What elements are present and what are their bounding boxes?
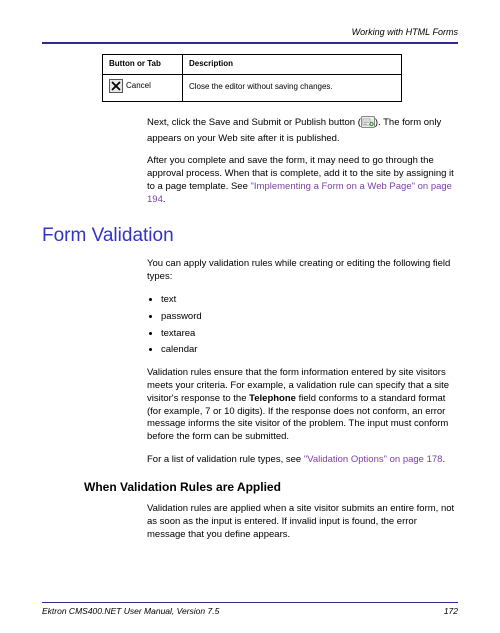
subheading-when-applied: When Validation Rules are Applied [84,479,458,495]
list-item: textarea [161,328,458,341]
paragraph-when-applied: Validation rules are applied when a site… [147,503,458,541]
cancel-cell: Cancel [103,74,183,101]
xref-validation-options[interactable]: "Validation Options" on page 178 [304,454,443,465]
footer-page-number: 172 [444,606,458,617]
field-types-list: text password textarea calendar [161,294,458,357]
paragraph-publish: Next, click the Save and Submit or Publi… [147,116,458,146]
button-description-table: Button or Tab Description Cancel Close t… [102,54,402,102]
table-header-description: Description [183,55,402,75]
section-heading-form-validation: Form Validation [42,223,458,249]
page-footer: Ektron CMS400.NET User Manual, Version 7… [42,602,458,617]
running-header: Working with HTML Forms [42,26,458,38]
table-header-button: Button or Tab [103,55,183,75]
paragraph-validation-desc: Validation rules ensure that the form in… [147,367,458,444]
cancel-description: Close the editor without saving changes. [183,74,402,101]
paragraph-validation-xref: For a list of validation rule types, see… [147,454,458,467]
paragraph-approval: After you complete and save the form, it… [147,155,458,206]
header-rule [42,42,458,44]
footer-manual-title: Ektron CMS400.NET User Manual, Version 7… [42,606,219,617]
telephone-bold: Telephone [249,393,296,404]
table-row: Cancel Close the editor without saving c… [103,74,402,101]
paragraph-validation-intro: You can apply validation rules while cre… [147,258,458,284]
list-item: calendar [161,344,458,357]
publish-icon [361,116,375,133]
cancel-icon [109,79,123,93]
list-item: text [161,294,458,307]
list-item: password [161,311,458,324]
cancel-label: Cancel [126,81,151,92]
table-header-row: Button or Tab Description [103,55,402,75]
